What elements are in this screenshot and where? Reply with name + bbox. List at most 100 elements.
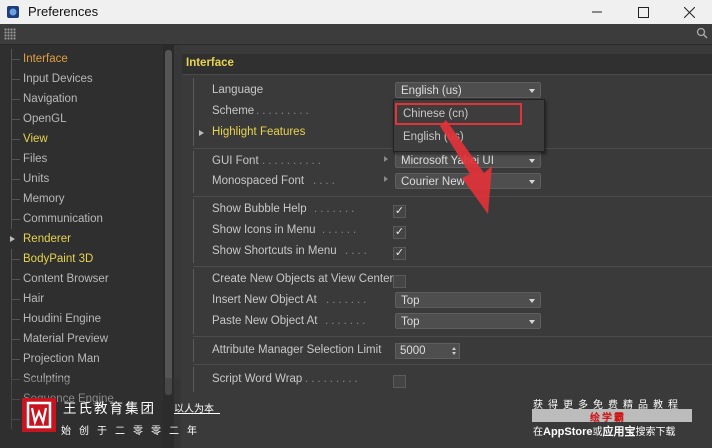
sidebar-item-memory[interactable]: Memory [0, 189, 163, 209]
shortcuts-menu-checkbox[interactable]: ✓ [393, 247, 406, 260]
section-header: Interface [182, 54, 712, 75]
brand-underline [174, 413, 220, 414]
leader-dots: .... [345, 245, 370, 257]
sidebar-item-label: Material Preview [23, 333, 108, 345]
sidebar-item-content-browser[interactable]: Content Browser [0, 269, 163, 289]
attr-limit-label: Attribute Manager Selection Limit [212, 344, 382, 356]
sidebar-item-projection-man[interactable]: Projection Man [0, 349, 163, 369]
attr-limit-input[interactable]: 5000 [395, 343, 460, 359]
group-divider [193, 199, 194, 263]
sidebar-item-renderer[interactable]: Renderer [0, 229, 163, 249]
maximize-icon [637, 6, 649, 18]
promo-store: AppStore [543, 426, 593, 438]
sidebar-item-label: View [23, 133, 48, 145]
sidebar-item-interface[interactable]: Interface [0, 49, 163, 69]
maximize-button[interactable] [620, 0, 666, 24]
parameter-arrow-icon[interactable] [384, 176, 388, 182]
tree-connector [11, 109, 22, 129]
sidebar-item-label: Content Browser [23, 273, 109, 285]
increment-arrow-icon[interactable] [452, 347, 456, 350]
group-divider [193, 367, 194, 392]
paste-at-dropdown[interactable]: Top [395, 313, 541, 329]
create-center-checkbox[interactable] [393, 275, 406, 288]
sidebar-item-label: BodyPaint 3D [23, 253, 94, 265]
sidebar-item-label: Communication [23, 213, 103, 225]
checkmark-icon: ✓ [394, 205, 405, 217]
brand-logo-mark [26, 401, 52, 429]
separator [193, 364, 712, 365]
language-label: Language [212, 84, 264, 96]
sidebar-item-label: Renderer [23, 233, 71, 245]
tree-connector [11, 329, 22, 349]
insert-at-dropdown[interactable]: Top [395, 292, 541, 308]
promo-suffix: 搜索下载 [635, 427, 676, 438]
sidebar-item-communication[interactable]: Communication [0, 209, 163, 229]
tree-connector [11, 289, 22, 309]
bubble-help-checkbox[interactable]: ✓ [393, 205, 406, 218]
brand-founded: 始创于二零零二年 [61, 426, 205, 437]
close-icon [683, 6, 695, 18]
sidebar-item-files[interactable]: Files [0, 149, 163, 169]
sidebar-item-view[interactable]: View [0, 129, 163, 149]
sidebar-item-navigation[interactable]: Navigation [0, 89, 163, 109]
leader-dots: .... [313, 175, 338, 187]
tree-connector [11, 69, 22, 89]
group-divider [193, 78, 194, 146]
script-wrap-label: Script Word Wrap [212, 373, 303, 385]
sidebar-item-material-preview[interactable]: Material Preview [0, 329, 163, 349]
scheme-label: Scheme [212, 105, 255, 117]
tree-connector [11, 49, 22, 69]
tree-connector [11, 249, 22, 269]
leader-dots: ....... [326, 294, 370, 306]
leader-dots: ...... [322, 224, 360, 236]
grip-handle-icon[interactable] [4, 28, 16, 40]
search-icon[interactable] [696, 27, 708, 39]
gui-font-label: GUI Font [212, 155, 259, 167]
brand-name: 王氏教育集团 [63, 401, 156, 416]
chevron-down-icon [529, 89, 535, 93]
tree-connector [11, 89, 22, 109]
language-dropdown[interactable]: English (us) [395, 82, 541, 98]
tree-connector [11, 189, 22, 209]
script-wrap-checkbox[interactable] [393, 375, 406, 388]
tree-connector [11, 149, 22, 169]
promo-download-line: 在AppStore或应用宝搜索下载 [533, 423, 676, 439]
paste-at-value: Top [401, 316, 420, 328]
tree-connector [11, 169, 22, 189]
brand-logo-icon [22, 398, 56, 432]
sidebar-item-label: Projection Man [23, 353, 100, 365]
parameter-arrow-icon[interactable] [384, 156, 388, 162]
close-button[interactable] [666, 0, 712, 24]
sidebar-item-label: Navigation [23, 93, 78, 105]
decrement-arrow-icon[interactable] [452, 352, 456, 355]
sidebar-item-opengl[interactable]: OpenGL [0, 109, 163, 129]
checkmark-icon: ✓ [394, 226, 405, 238]
minimize-button[interactable] [574, 0, 620, 24]
title-bar: Preferences [0, 0, 712, 24]
separator [193, 336, 712, 337]
insert-at-label: Insert New Object At [212, 294, 317, 306]
icons-menu-checkbox[interactable]: ✓ [393, 226, 406, 239]
mono-font-label: Monospaced Font [212, 175, 305, 187]
promo-badge: 绘学霸 [532, 409, 692, 424]
sidebar-item-input-devices[interactable]: Input Devices [0, 69, 163, 89]
expand-arrow-icon[interactable] [199, 130, 204, 136]
tree-connector [11, 349, 22, 369]
sidebar-item-bodypaint-3d[interactable]: BodyPaint 3D [0, 249, 163, 269]
promo-prefix: 在 [533, 427, 543, 438]
highlight-features-label[interactable]: Highlight Features [212, 126, 305, 138]
tree-connector [11, 209, 22, 229]
sidebar-item-label: Units [23, 173, 50, 185]
sidebar-scroll-thumb[interactable] [165, 50, 172, 395]
minimize-icon [592, 11, 602, 13]
sidebar-item-label: Hair [23, 293, 45, 305]
sidebar-item-units[interactable]: Units [0, 169, 163, 189]
sidebar-item-hair[interactable]: Hair [0, 289, 163, 309]
chevron-down-icon [529, 299, 535, 303]
sidebar-item-label: OpenGL [23, 113, 67, 125]
chevron-down-icon [529, 320, 535, 324]
sidebar-item-label: Interface [23, 53, 68, 65]
group-divider [193, 269, 194, 334]
chevron-down-icon [529, 180, 535, 184]
sidebar-item-houdini-engine[interactable]: Houdini Engine [0, 309, 163, 329]
